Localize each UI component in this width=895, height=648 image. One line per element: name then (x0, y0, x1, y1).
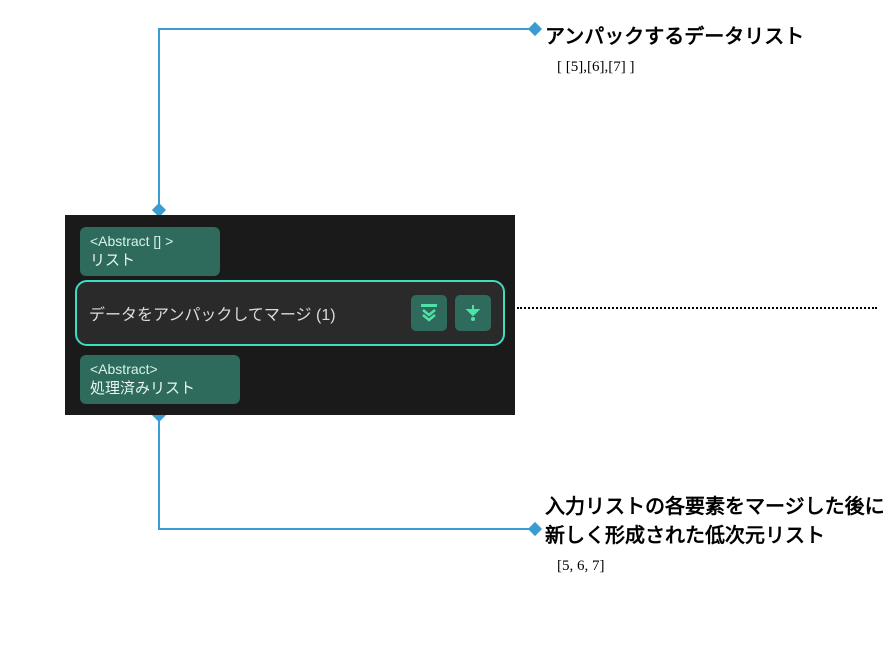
output-port-type: <Abstract> (90, 361, 230, 377)
double-chevron-down-icon (419, 303, 439, 323)
annotation-output: 入力リストの各要素をマージした後に新しく形成された低次元リスト [5, 6, 7… (545, 490, 885, 575)
insert-down-button[interactable] (455, 295, 491, 331)
connector-bottom-end-marker (528, 522, 542, 536)
output-port[interactable]: <Abstract> 処理済みリスト (80, 355, 240, 404)
node-main-label: データをアンパックしてマージ (1) (89, 301, 403, 325)
diagram-container: アンパックするデータリスト [ [5],[6],[7] ] 入力リストの各要素を… (0, 0, 895, 648)
connector-bottom-vertical (158, 415, 160, 530)
input-port[interactable]: <Abstract [] > リスト (80, 227, 220, 276)
annotation-input-code: [ [5],[6],[7] ] (557, 59, 885, 76)
annotation-output-title: 入力リストの各要素をマージした後に新しく形成された低次元リスト (545, 490, 885, 548)
node-main-bar[interactable]: データをアンパックしてマージ (1) (75, 280, 505, 346)
connector-top-vertical (158, 28, 160, 208)
annotation-input-title: アンパックするデータリスト (545, 20, 885, 49)
input-port-label: リスト (90, 249, 210, 270)
output-port-label: 処理済みリスト (90, 377, 230, 398)
annotation-output-code: [5, 6, 7] (557, 558, 885, 575)
arrow-down-to-dot-icon (463, 303, 483, 323)
connector-top-horizontal (158, 28, 533, 30)
input-port-type: <Abstract [] > (90, 233, 210, 249)
dotted-connector-line (517, 307, 877, 309)
connector-top-end-marker (528, 22, 542, 36)
expand-down-button[interactable] (411, 295, 447, 331)
node-block: <Abstract [] > リスト データをアンパックしてマージ (1) <A… (65, 215, 515, 415)
annotation-input: アンパックするデータリスト [ [5],[6],[7] ] (545, 20, 885, 76)
connector-bottom-horizontal (158, 528, 533, 530)
